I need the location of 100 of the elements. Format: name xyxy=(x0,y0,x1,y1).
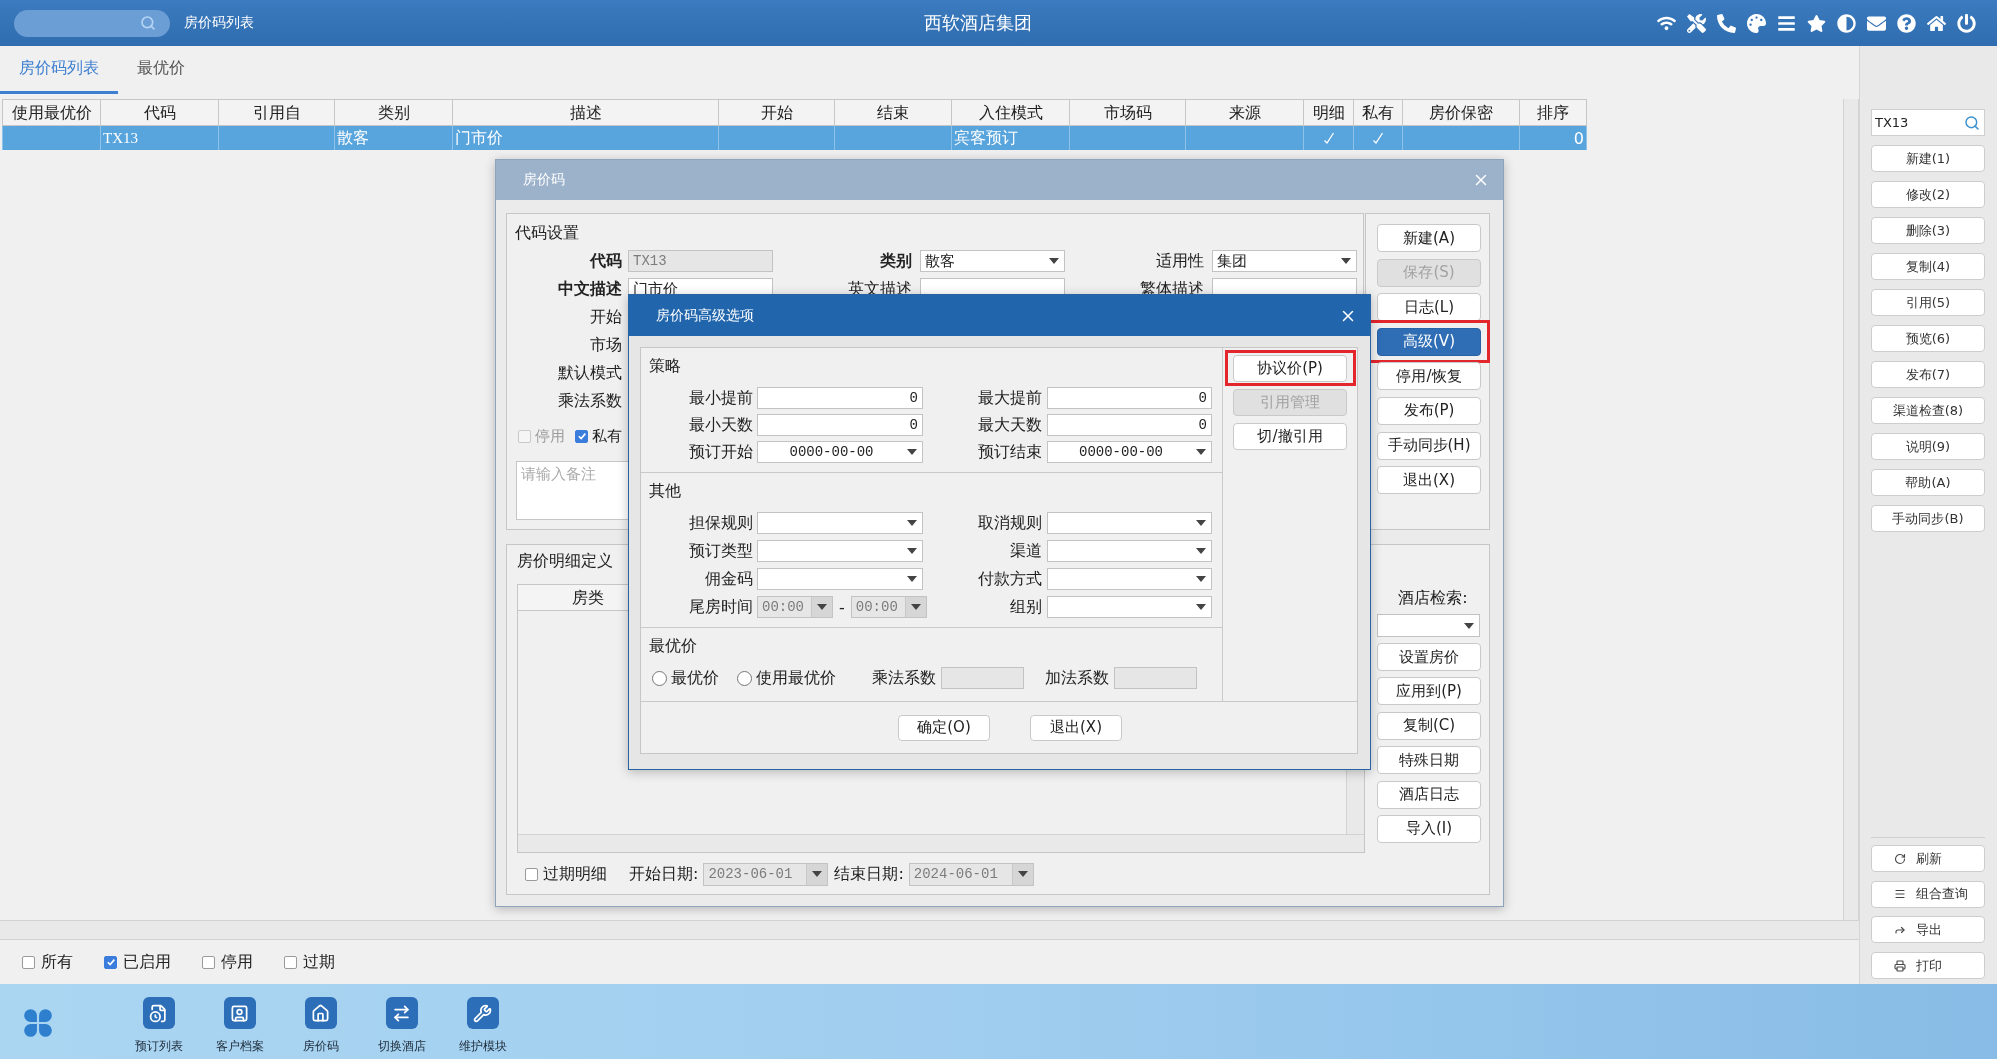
action-button[interactable]: 发布(P) xyxy=(1377,396,1481,425)
checkbox[interactable] xyxy=(284,955,297,969)
clover-logo-icon[interactable] xyxy=(21,1006,55,1040)
dropdown-field[interactable]: 集团 xyxy=(1212,250,1357,272)
checkbox[interactable] xyxy=(575,429,588,443)
dropdown-field[interactable] xyxy=(1047,596,1212,618)
action-button[interactable]: 协议价(P) xyxy=(1233,355,1347,382)
column-header[interactable]: 市场码 xyxy=(1070,99,1186,126)
dropdown-field[interactable] xyxy=(757,540,923,562)
action-button[interactable]: 确定(O) xyxy=(898,714,990,741)
checkbox[interactable] xyxy=(104,955,117,969)
dropdown-field[interactable] xyxy=(1047,512,1212,534)
vertical-scrollbar[interactable] xyxy=(1843,99,1859,920)
column-header[interactable]: 描述 xyxy=(453,99,719,126)
home-icon[interactable] xyxy=(1927,13,1946,33)
contrast-icon[interactable] xyxy=(1837,13,1856,33)
action-button[interactable]: 特殊日期 xyxy=(1377,746,1481,775)
horizontal-scrollbar[interactable] xyxy=(518,834,1364,852)
action-button[interactable]: 应用到(P) xyxy=(1377,677,1481,706)
menu-icon[interactable] xyxy=(1777,13,1796,33)
date-field[interactable]: 0000-00-00 xyxy=(757,440,923,463)
action-button[interactable]: 日志(L) xyxy=(1377,293,1481,322)
date-field[interactable]: 0000-00-00 xyxy=(1047,440,1212,463)
field-label: 酒店检索: xyxy=(1398,588,1468,608)
search-field[interactable] xyxy=(14,9,170,37)
action-button[interactable]: 切/撤引用 xyxy=(1233,423,1347,450)
tool-button[interactable]: 刷新 xyxy=(1871,845,1985,873)
swap-arrows-icon xyxy=(385,997,418,1029)
column-header[interactable]: 房价保密 xyxy=(1403,99,1520,126)
checkbox[interactable] xyxy=(22,955,35,969)
sidebar-button[interactable]: 发布(7) xyxy=(1871,361,1985,388)
radio-button[interactable] xyxy=(652,670,667,686)
action-button[interactable]: 复制(C) xyxy=(1377,711,1481,740)
taskbar-item[interactable]: 客户档案 xyxy=(199,984,280,1055)
sidebar-button[interactable]: 复制(4) xyxy=(1871,253,1985,280)
phone-icon[interactable] xyxy=(1717,13,1736,33)
action-button[interactable]: 高级(V) xyxy=(1377,327,1481,356)
number-field[interactable]: 0 xyxy=(757,413,923,436)
tools-icon[interactable] xyxy=(1687,13,1706,33)
tab[interactable]: 最优价 xyxy=(118,46,204,94)
radio-button[interactable] xyxy=(737,670,752,686)
taskbar-item[interactable]: 切换酒店 xyxy=(361,984,442,1055)
sidebar-button[interactable]: 帮助(A) xyxy=(1871,469,1985,496)
action-button[interactable]: 新建(A) xyxy=(1377,224,1481,252)
search-icon[interactable] xyxy=(140,15,156,31)
number-field[interactable]: 0 xyxy=(1047,413,1212,436)
tool-button[interactable]: 导出 xyxy=(1871,916,1985,944)
sidebar-button[interactable]: 新建(1) xyxy=(1871,145,1985,172)
column-header[interactable]: 入住模式 xyxy=(952,99,1070,126)
column-header[interactable]: 结束 xyxy=(835,99,952,126)
checkbox[interactable] xyxy=(202,955,215,969)
tab[interactable]: 房价码列表 xyxy=(0,46,118,94)
action-button[interactable]: 导入(I) xyxy=(1377,814,1481,843)
taskbar-item[interactable]: 维护模块 xyxy=(442,984,523,1055)
search-field[interactable]: TX13 xyxy=(1871,109,1985,136)
person-card-icon xyxy=(223,997,256,1029)
action-button[interactable]: 手动同步(H) xyxy=(1377,431,1481,460)
checkbox-label: 过期明细 xyxy=(543,863,607,885)
number-field[interactable]: 0 xyxy=(757,386,923,409)
action-button[interactable]: 设置房价 xyxy=(1377,643,1481,671)
dropdown-field[interactable] xyxy=(1377,614,1480,637)
sidebar-button[interactable]: 删除(3) xyxy=(1871,217,1985,244)
power-icon[interactable] xyxy=(1957,13,1976,33)
column-header[interactable]: 来源 xyxy=(1186,99,1304,126)
dropdown-field[interactable] xyxy=(757,512,923,534)
dropdown-field[interactable]: 散客 xyxy=(920,250,1065,272)
taskbar-item[interactable]: 预订列表 xyxy=(118,984,199,1055)
column-header[interactable]: 排序 xyxy=(1520,99,1587,126)
search-icon[interactable] xyxy=(1964,114,1980,131)
palette-icon[interactable] xyxy=(1747,13,1766,33)
column-header[interactable]: 代码 xyxy=(101,99,219,126)
sidebar-button[interactable]: 渠道检查(8) xyxy=(1871,397,1985,424)
column-header[interactable]: 引用自 xyxy=(219,99,335,126)
taskbar-item[interactable]: 房价码 xyxy=(280,984,361,1055)
action-button[interactable]: 停用/恢复 xyxy=(1377,362,1481,391)
tool-button[interactable]: 打印 xyxy=(1871,952,1985,979)
sidebar-button[interactable]: 修改(2) xyxy=(1871,181,1985,208)
dropdown-field[interactable] xyxy=(757,568,923,590)
action-button[interactable]: 退出(X) xyxy=(1377,466,1481,495)
column-header[interactable]: 明细 xyxy=(1304,99,1354,126)
sidebar-button[interactable]: 手动同步(B) xyxy=(1871,505,1985,532)
tool-button[interactable]: 组合查询 xyxy=(1871,880,1985,908)
dropdown-field[interactable] xyxy=(1047,568,1212,590)
action-button[interactable]: 酒店日志 xyxy=(1377,780,1481,809)
sidebar-button[interactable]: 说明(9) xyxy=(1871,433,1985,460)
help-icon[interactable] xyxy=(1897,13,1916,33)
dropdown-field[interactable] xyxy=(1047,540,1212,562)
horizontal-scrollbar[interactable] xyxy=(0,920,1859,940)
column-header[interactable]: 使用最优价 xyxy=(2,99,101,126)
action-button[interactable]: 退出(X) xyxy=(1030,714,1122,741)
mail-icon[interactable] xyxy=(1867,13,1886,33)
caret-icon xyxy=(1463,622,1474,629)
sidebar-button[interactable]: 引用(5) xyxy=(1871,289,1985,316)
star-icon[interactable] xyxy=(1807,13,1826,33)
column-header[interactable]: 开始 xyxy=(719,99,835,126)
column-header[interactable]: 私有 xyxy=(1354,99,1403,126)
number-field[interactable]: 0 xyxy=(1047,386,1212,409)
sidebar-button[interactable]: 预览(6) xyxy=(1871,325,1985,352)
checkbox[interactable] xyxy=(525,867,538,881)
column-header[interactable]: 类别 xyxy=(335,99,453,126)
